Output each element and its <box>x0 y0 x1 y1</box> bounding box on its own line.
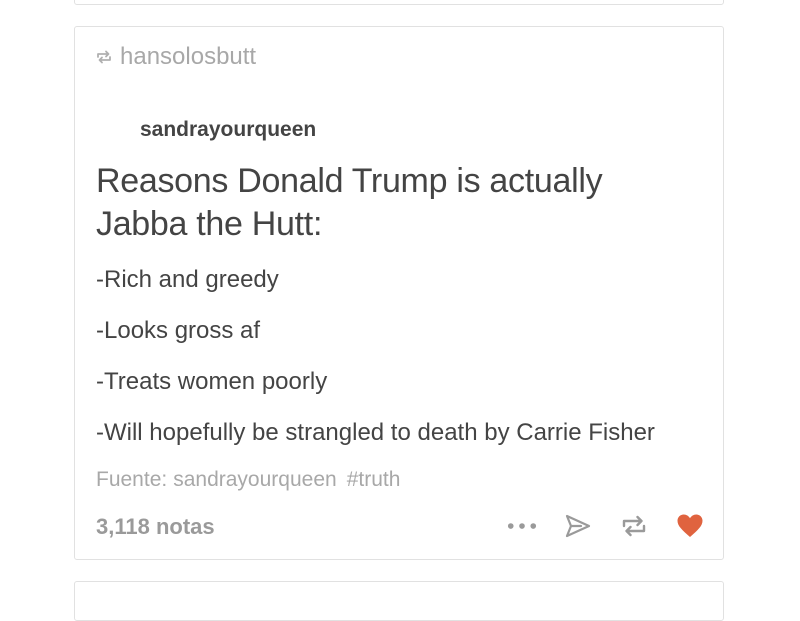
post-line: -Treats women poorly <box>96 368 328 395</box>
post-line: -Looks gross af <box>96 317 261 344</box>
post-actions <box>507 511 705 541</box>
reblog-icon <box>622 515 646 537</box>
post-card: hansolosbutt sandrayourqueen Reasons Don… <box>74 26 724 560</box>
source-link[interactable]: sandrayourqueen <box>173 468 336 492</box>
tag-link[interactable]: #truth <box>347 468 401 492</box>
source-link-group[interactable]: Fuente: sandrayourqueen <box>96 468 337 492</box>
send-icon <box>565 514 591 538</box>
reblog-button[interactable] <box>619 511 649 541</box>
like-button[interactable] <box>675 511 705 541</box>
post-body: -Rich and greedy -Looks gross af -Treats… <box>96 265 716 469</box>
more-button[interactable] <box>507 511 537 541</box>
source-username[interactable]: sandrayourqueen <box>140 118 316 142</box>
post-line: -Will hopefully be strangled to death by… <box>96 419 655 446</box>
share-button[interactable] <box>563 511 593 541</box>
next-post-card <box>74 581 724 621</box>
post-line: -Rich and greedy <box>96 266 279 293</box>
source-attribution: Fuente: sandrayourqueen #truth <box>96 468 400 492</box>
post-title: Reasons Donald Trump is actually Jabba t… <box>96 162 603 243</box>
more-dots-icon <box>507 523 537 529</box>
notes-count[interactable]: 3,118 notas <box>96 514 215 540</box>
reblog-header[interactable]: hansolosbutt <box>96 43 256 71</box>
previous-post-card <box>74 0 724 5</box>
reblogger-username[interactable]: hansolosbutt <box>120 43 256 71</box>
heart-icon <box>677 514 703 537</box>
reblog-icon <box>96 50 112 64</box>
source-label: Fuente: <box>96 468 168 491</box>
